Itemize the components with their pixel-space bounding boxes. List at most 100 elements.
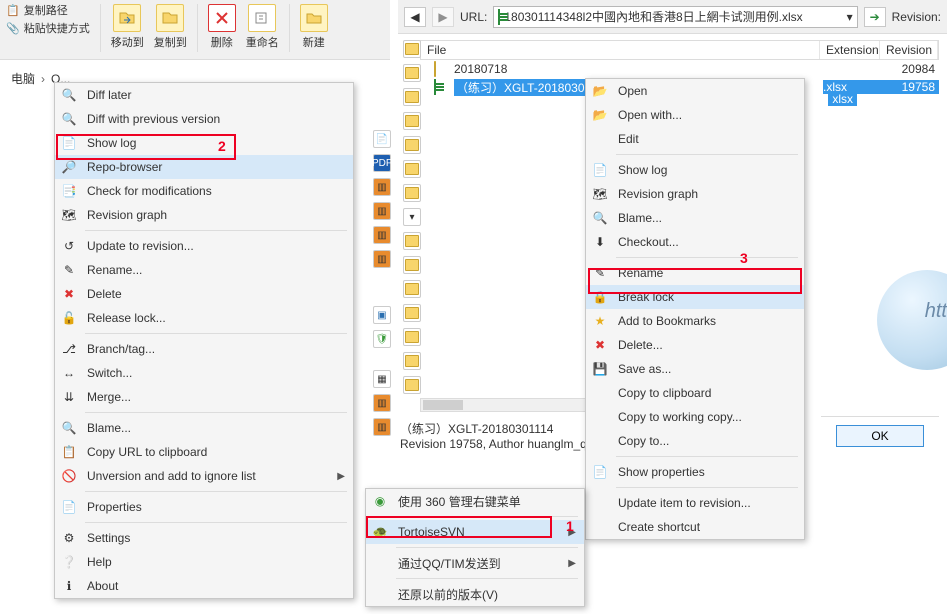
explorer-context-menu: ◉使用 360 管理右键菜单 🐢TortoiseSVN▶ 通过QQ/TIM发送到… xyxy=(365,488,585,607)
menu-branch-tag[interactable]: ⎇Branch/tag... xyxy=(55,337,353,361)
menu-create-shortcut[interactable]: Create shortcut xyxy=(586,515,804,539)
go-button[interactable]: ➔ xyxy=(864,7,886,27)
graph-icon: 🗺 xyxy=(592,186,608,202)
menu-switch[interactable]: ↔Switch... xyxy=(55,361,353,385)
folder-icon[interactable] xyxy=(403,40,421,58)
submenu-arrow-icon: ▶ xyxy=(568,558,576,569)
menu-update-rev[interactable]: ↺Update to revision... xyxy=(55,234,353,258)
archive-icon: ▥ xyxy=(373,418,391,436)
new-folder-button[interactable]: 新建 xyxy=(300,4,328,50)
folder-icon[interactable] xyxy=(403,376,421,394)
menu-update-item-rev[interactable]: Update item to revision... xyxy=(586,491,804,515)
delete-icon: ✖ xyxy=(592,337,608,353)
menu-blame[interactable]: 🔍Blame... xyxy=(586,206,804,230)
rename-button[interactable]: 重命名 xyxy=(246,4,279,50)
menu-show-properties[interactable]: 📄Show properties xyxy=(586,460,804,484)
menu-360-manage[interactable]: ◉使用 360 管理右键菜单 xyxy=(366,489,584,513)
tree-icons: ▾ xyxy=(400,40,424,394)
menu-properties[interactable]: 📄Properties xyxy=(55,495,353,519)
col-extension[interactable]: Extension xyxy=(820,41,880,59)
check-icon: 📑 xyxy=(61,183,77,199)
menu-check-mods[interactable]: 📑Check for modifications xyxy=(55,179,353,203)
dropdown-icon[interactable]: ▾ xyxy=(847,10,853,24)
folder-icon[interactable] xyxy=(403,304,421,322)
repo-file-context-menu: 📂Open 📂Open with... Edit 📄Show log 🗺Revi… xyxy=(585,78,805,540)
menu-restore-prev[interactable]: 还原以前的版本(V) xyxy=(366,582,584,606)
menu-qq-tim[interactable]: 通过QQ/TIM发送到▶ xyxy=(366,551,584,575)
ok-pane: OK xyxy=(821,416,939,454)
menu-copy-wc[interactable]: Copy to working copy... xyxy=(586,405,804,429)
menu-merge[interactable]: ⇊Merge... xyxy=(55,385,353,409)
folder-icon[interactable] xyxy=(403,160,421,178)
col-revision[interactable]: Revision xyxy=(880,41,938,59)
gear-icon: ⚙ xyxy=(61,530,77,546)
archive-icon: ▥ xyxy=(373,178,391,196)
menu-break-lock[interactable]: 🔒Break lock xyxy=(586,285,804,309)
move-to-button[interactable]: 移动到 xyxy=(111,4,144,50)
menu-rev-graph[interactable]: 🗺Revision graph xyxy=(55,203,353,227)
folder-icon[interactable] xyxy=(403,184,421,202)
delete-icon: ✖ xyxy=(61,286,77,302)
grid-header: File Extension Revision xyxy=(420,40,939,60)
menu-release-lock[interactable]: 🔓Release lock... xyxy=(55,306,353,330)
folder-icon[interactable] xyxy=(403,256,421,274)
chevron-down-icon[interactable]: ▾ xyxy=(403,208,421,226)
folder-icon[interactable] xyxy=(403,328,421,346)
folder-icon[interactable] xyxy=(403,232,421,250)
globe-text: htt xyxy=(925,300,947,323)
tortoisesvn-submenu: 🔍Diff later 🔍Diff with previous version … xyxy=(54,82,354,599)
menu-save-as[interactable]: 💾Save as... xyxy=(586,357,804,381)
excel-icon xyxy=(498,10,500,24)
menu-show-log[interactable]: 📄Show log xyxy=(586,158,804,182)
menu-show-log[interactable]: 📄Show log xyxy=(55,131,353,155)
menu-unversion[interactable]: 🚫Unversion and add to ignore list▶ xyxy=(55,464,353,488)
pdf-icon: PDF xyxy=(373,154,391,172)
menu-diff-later[interactable]: 🔍Diff later xyxy=(55,83,353,107)
branch-icon: ⎇ xyxy=(61,341,77,357)
rename-icon: ✎ xyxy=(61,262,77,278)
menu-repo-browser[interactable]: 🔎Repo-browser xyxy=(55,155,353,179)
ext-overflow: xlsx xyxy=(828,92,857,106)
star-icon: ★ xyxy=(592,313,608,329)
menu-checkout[interactable]: ⬇Checkout... xyxy=(586,230,804,254)
menu-delete[interactable]: ✖Delete xyxy=(55,282,353,306)
folder-icon[interactable] xyxy=(403,352,421,370)
file-name: 20180718 xyxy=(454,62,823,76)
paste-shortcut-button[interactable]: 📎粘贴快捷方式 xyxy=(6,20,90,36)
nav-back-button[interactable]: ◀ xyxy=(404,7,426,27)
menu-tortoisesvn[interactable]: 🐢TortoiseSVN▶ xyxy=(366,520,584,544)
col-file[interactable]: File xyxy=(421,41,820,59)
menu-settings[interactable]: ⚙Settings xyxy=(55,526,353,550)
menu-delete[interactable]: ✖Delete... xyxy=(586,333,804,357)
menu-rename[interactable]: ✎Rename xyxy=(586,261,804,285)
menu-edit[interactable]: Edit xyxy=(586,127,804,151)
log-icon: 📄 xyxy=(61,135,77,151)
folder-icon[interactable] xyxy=(403,64,421,82)
menu-open-with[interactable]: 📂Open with... xyxy=(586,103,804,127)
folder-icon[interactable] xyxy=(403,136,421,154)
menu-help[interactable]: ❔Help xyxy=(55,550,353,574)
delete-button[interactable]: 删除 xyxy=(208,4,236,50)
folder-icon[interactable] xyxy=(403,280,421,298)
menu-rev-graph[interactable]: 🗺Revision graph xyxy=(586,182,804,206)
menu-copy-clipboard[interactable]: Copy to clipboard xyxy=(586,381,804,405)
folder-icon[interactable] xyxy=(403,112,421,130)
menu-add-bookmarks[interactable]: ★Add to Bookmarks xyxy=(586,309,804,333)
menu-blame[interactable]: 🔍Blame... xyxy=(55,416,353,440)
url-input[interactable]: 180301114348l2中國內地和香港8日上網卡试测用例.xlsx ▾ xyxy=(493,6,857,28)
folder-icon[interactable] xyxy=(403,88,421,106)
menu-about[interactable]: ℹAbout xyxy=(55,574,353,598)
copy-path-button[interactable]: 📋复制路径 xyxy=(6,2,90,18)
app-icon: ▦ xyxy=(373,370,391,388)
grid-row-folder[interactable]: 20180718 20984 xyxy=(420,60,939,78)
menu-diff-prev[interactable]: 🔍Diff with previous version xyxy=(55,107,353,131)
menu-copy-to[interactable]: Copy to... xyxy=(586,429,804,453)
menu-open[interactable]: 📂Open xyxy=(586,79,804,103)
nav-fwd-button[interactable]: ▶ xyxy=(432,7,454,27)
ok-button[interactable]: OK xyxy=(836,425,924,447)
help-icon: ❔ xyxy=(61,554,77,570)
menu-copy-url[interactable]: 📋Copy URL to clipboard xyxy=(55,440,353,464)
repo-icon: 🔎 xyxy=(61,159,77,175)
copy-to-button[interactable]: 复制到 xyxy=(154,4,187,50)
menu-rename[interactable]: ✎Rename... xyxy=(55,258,353,282)
